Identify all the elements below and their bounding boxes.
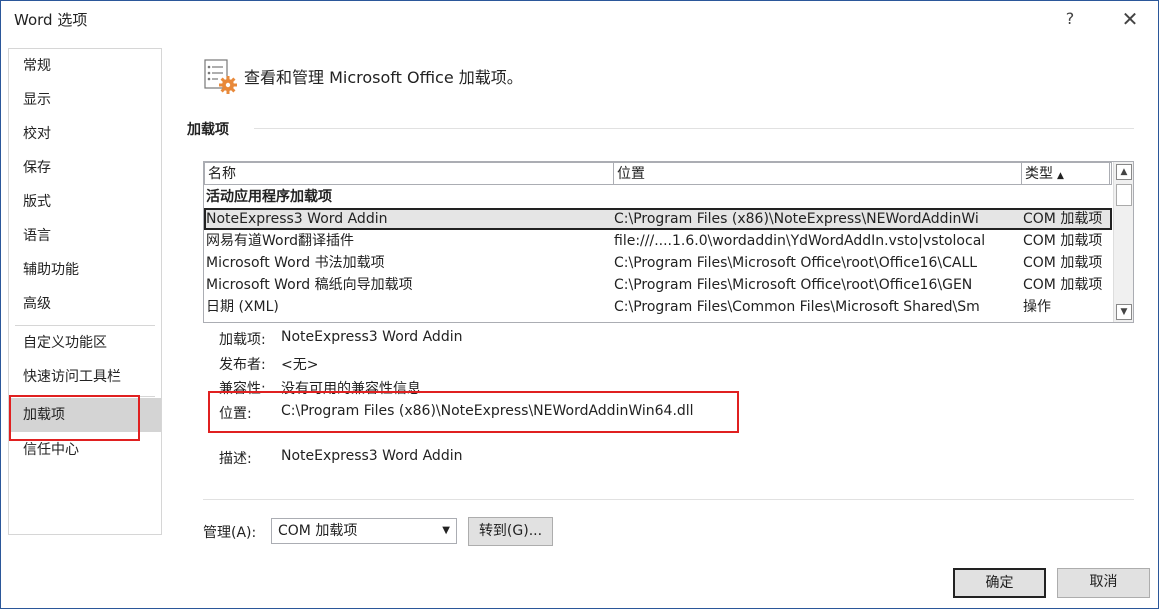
section-title: 加载项 bbox=[187, 122, 229, 138]
manage-select[interactable]: COM 加载项 ▼ bbox=[271, 518, 457, 544]
column-header-location[interactable]: 位置 bbox=[614, 163, 1022, 185]
ok-button[interactable]: 确定 bbox=[953, 568, 1046, 598]
dropdown-arrow-icon: ▼ bbox=[442, 525, 450, 536]
scroll-up-icon[interactable]: ▲ bbox=[1116, 164, 1132, 180]
manage-label: 管理(A): bbox=[203, 525, 257, 541]
nav-item-proofing[interactable]: 校对 bbox=[9, 117, 161, 151]
annotation-box-nav bbox=[9, 395, 140, 441]
nav-item-quick-access-toolbar[interactable]: 快速访问工具栏 bbox=[9, 360, 161, 394]
list-item[interactable]: 日期 (XML) C:\Program Files\Common Files\M… bbox=[204, 296, 1112, 318]
nav-item-general[interactable]: 常规 bbox=[9, 49, 161, 83]
close-button[interactable]: ✕ bbox=[1115, 6, 1145, 32]
nav-item-accessibility[interactable]: 辅助功能 bbox=[9, 253, 161, 287]
nav-item-save[interactable]: 保存 bbox=[9, 151, 161, 185]
page-heading: 查看和管理 Microsoft Office 加载项。 bbox=[244, 68, 523, 87]
nav-item-language[interactable]: 语言 bbox=[9, 219, 161, 253]
goto-button[interactable]: 转到(G)... bbox=[468, 517, 553, 546]
cancel-button[interactable]: 取消 bbox=[1057, 568, 1150, 598]
list-header: 名称 位置 类型 ▲ bbox=[204, 162, 1112, 185]
list-item[interactable]: Microsoft Word 书法加载项 C:\Program Files\Mi… bbox=[204, 252, 1112, 274]
scroll-thumb[interactable] bbox=[1116, 184, 1132, 206]
nav-item-layout[interactable]: 版式 bbox=[9, 185, 161, 219]
sort-ascending-icon: ▲ bbox=[1057, 171, 1064, 181]
annotation-box-location bbox=[208, 391, 739, 433]
list-item[interactable]: NoteExpress3 Word Addin C:\Program Files… bbox=[204, 208, 1112, 230]
scroll-down-icon[interactable]: ▼ bbox=[1116, 304, 1132, 320]
nav-item-advanced[interactable]: 高级 bbox=[9, 287, 161, 321]
window-title: Word 选项 bbox=[14, 11, 88, 29]
nav-item-customize-ribbon[interactable]: 自定义功能区 bbox=[9, 326, 161, 360]
nav-item-display[interactable]: 显示 bbox=[9, 83, 161, 117]
group-header: 活动应用程序加载项 bbox=[206, 189, 332, 205]
list-item[interactable]: 网易有道Word翻译插件 file:///....1.6.0\wordaddin… bbox=[204, 230, 1112, 252]
list-item[interactable]: Microsoft Word 稿纸向导加载项 C:\Program Files\… bbox=[204, 274, 1112, 296]
footer-divider bbox=[203, 499, 1134, 500]
help-button[interactable]: ? bbox=[1055, 6, 1085, 32]
list-scrollbar[interactable]: ▲ ▼ bbox=[1113, 162, 1133, 322]
addins-settings-icon bbox=[204, 59, 237, 94]
section-divider bbox=[254, 128, 1134, 129]
options-nav: 常规 显示 校对 保存 版式 语言 辅助功能 高级 自定义功能区 快速访问工具栏… bbox=[8, 48, 162, 535]
column-header-name[interactable]: 名称 bbox=[205, 163, 614, 185]
column-header-type[interactable]: 类型 ▲ bbox=[1022, 163, 1110, 185]
addins-list[interactable]: 名称 位置 类型 ▲ 活动应用程序加载项 NoteExpress3 Word Ad… bbox=[203, 161, 1134, 323]
